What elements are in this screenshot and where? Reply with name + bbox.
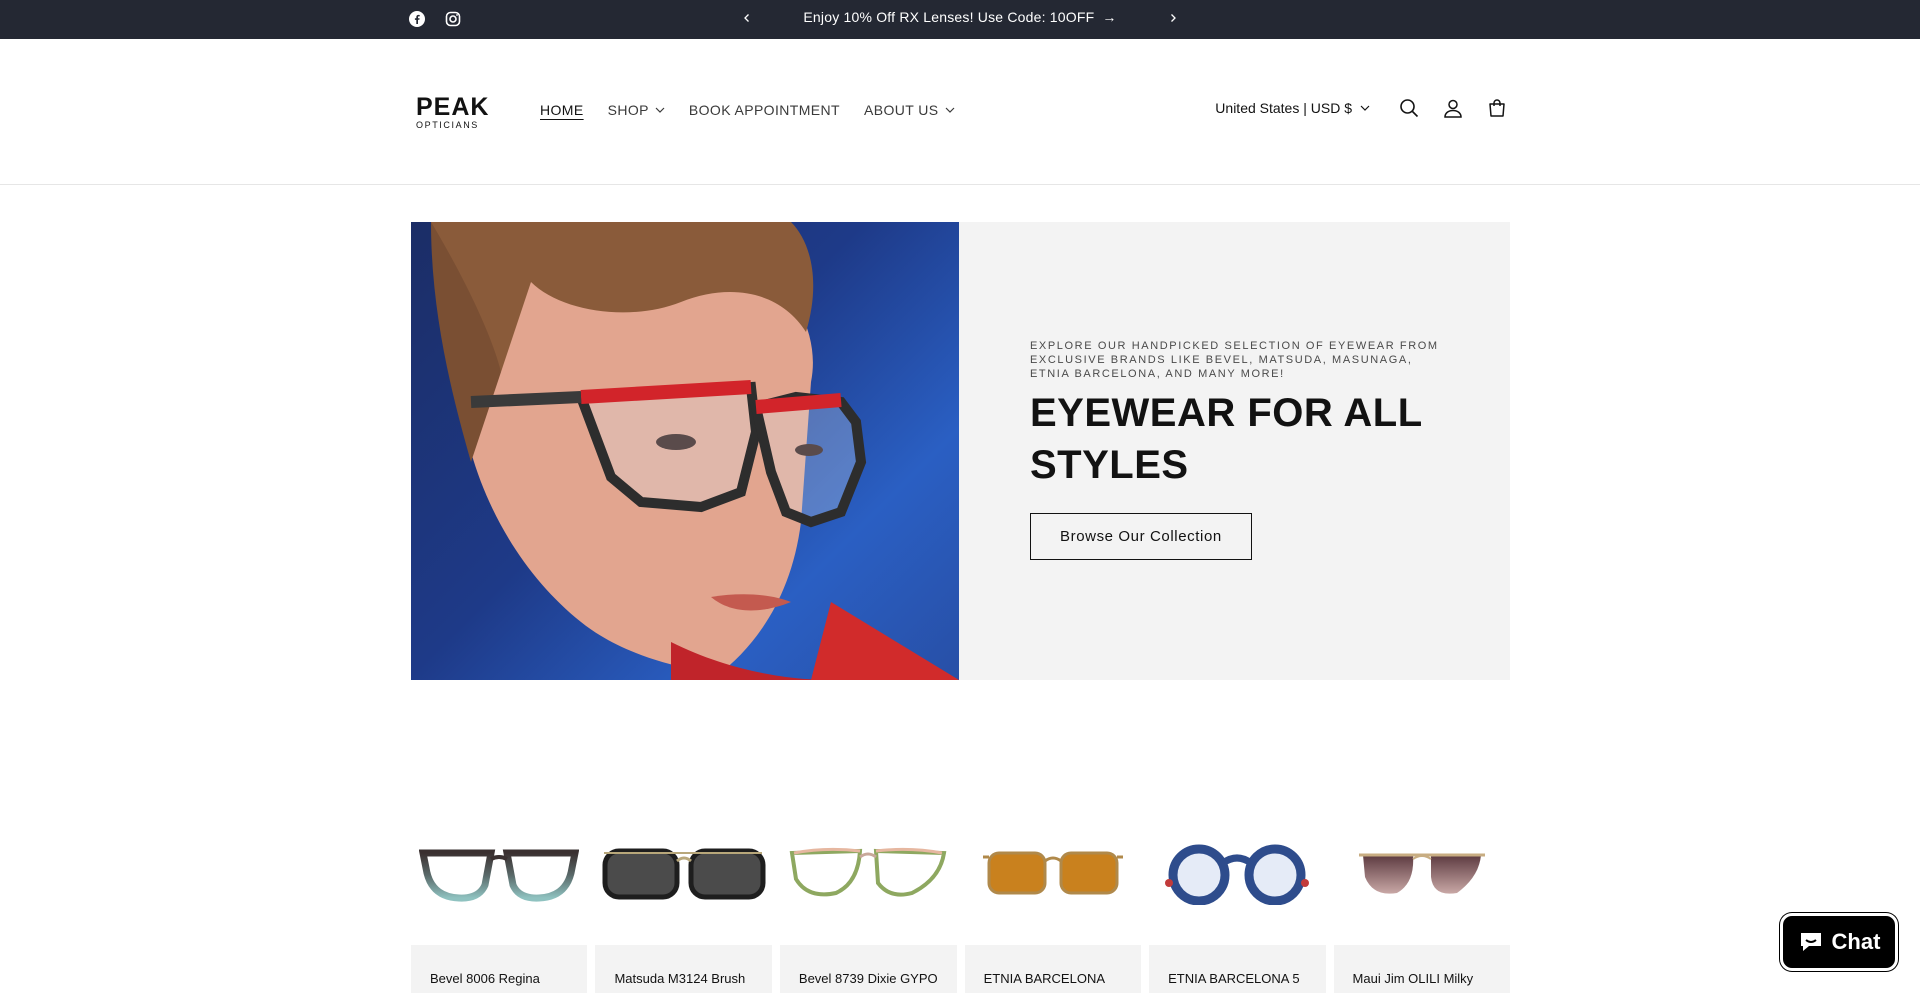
product-image bbox=[411, 800, 587, 945]
nav-item-label: ABOUT US bbox=[863, 102, 939, 118]
locale-label: United States | USD $ bbox=[1215, 100, 1352, 116]
announcement-next-button[interactable] bbox=[1163, 8, 1183, 28]
user-icon bbox=[1444, 99, 1462, 118]
nav-item-home[interactable]: HOME bbox=[540, 102, 584, 118]
nav-item-book-appointment[interactable]: BOOK APPOINTMENT bbox=[689, 102, 840, 118]
product-title: Bevel 8006 Regina bbox=[411, 945, 588, 993]
chevron-right-icon bbox=[1171, 14, 1176, 22]
cart-button[interactable] bbox=[1486, 97, 1508, 119]
nav-item-about-us[interactable]: ABOUT US bbox=[864, 102, 955, 118]
arrow-right-icon: → bbox=[1102, 9, 1117, 25]
chevron-down-icon bbox=[655, 107, 665, 113]
hero-banner: EXPLORE OUR HANDPICKED SELECTION OF EYEW… bbox=[411, 222, 1510, 680]
product-title: Maui Jim OLILI Milky bbox=[1333, 945, 1510, 993]
chat-bubble-icon bbox=[1800, 933, 1821, 951]
product-title: Matsuda M3124 Brush bbox=[595, 945, 772, 993]
announcement-message[interactable]: Enjoy 10% Off RX Lenses! Use Code: 10OFF… bbox=[0, 9, 1920, 25]
announcement-text: Enjoy 10% Off RX Lenses! Use Code: 10OFF bbox=[803, 9, 1095, 25]
nav-item-label: SHOP bbox=[607, 102, 649, 118]
announcement-bar: Enjoy 10% Off RX Lenses! Use Code: 10OFF… bbox=[0, 0, 1920, 39]
product-card[interactable]: Bevel 8739 Dixie GYPO bbox=[779, 800, 957, 993]
search-icon bbox=[1400, 99, 1419, 118]
locale-selector[interactable]: United States | USD $ bbox=[1215, 100, 1370, 116]
product-image bbox=[1334, 800, 1510, 945]
nav-item-label: HOME bbox=[540, 102, 584, 118]
header-actions: United States | USD $ bbox=[1215, 97, 1508, 119]
product-card[interactable]: Bevel 8006 Regina bbox=[411, 800, 588, 993]
hero-headline: EYEWEAR FOR ALL STYLES bbox=[1030, 391, 1422, 487]
product-image bbox=[780, 800, 957, 945]
hero-content: EXPLORE OUR HANDPICKED SELECTION OF EYEW… bbox=[1030, 339, 1450, 560]
chevron-down-icon bbox=[1360, 105, 1370, 111]
search-button[interactable] bbox=[1398, 97, 1420, 119]
chat-button[interactable]: Chat bbox=[1780, 913, 1898, 971]
product-image bbox=[965, 800, 1141, 945]
nav-item-label: BOOK APPOINTMENT bbox=[688, 102, 840, 118]
logo-wordmark: PEAK bbox=[416, 93, 490, 121]
product-card[interactable]: ETNIA BARCELONA 5 bbox=[1149, 800, 1326, 993]
nav-item-shop[interactable]: SHOP bbox=[608, 102, 665, 118]
logo[interactable]: PEAK OPTICIANS bbox=[416, 93, 496, 131]
product-card[interactable]: Matsuda M3124 Brush bbox=[595, 800, 772, 993]
account-button[interactable] bbox=[1442, 97, 1464, 119]
hero-model-illustration bbox=[431, 222, 959, 680]
browse-collection-button[interactable]: Browse Our Collection bbox=[1030, 513, 1252, 560]
product-title: Bevel 8739 Dixie GYPO bbox=[779, 945, 957, 993]
chat-label: Chat bbox=[1831, 929, 1881, 954]
product-image bbox=[595, 800, 771, 945]
product-title: ETNIA BARCELONA 5 bbox=[1149, 945, 1326, 993]
main-nav: HOME SHOP BOOK APPOINTMENT ABOUT US bbox=[540, 102, 955, 118]
hero-eyebrow: EXPLORE OUR HANDPICKED SELECTION OF EYEW… bbox=[1030, 340, 1439, 380]
hero-image bbox=[411, 222, 959, 680]
product-card[interactable]: ETNIA BARCELONA bbox=[964, 800, 1142, 993]
chevron-down-icon bbox=[945, 107, 954, 113]
cart-icon bbox=[1489, 99, 1505, 117]
product-image bbox=[1149, 800, 1325, 945]
site-header: PEAK OPTICIANS HOME SHOP BOOK APPOINTMEN… bbox=[0, 39, 1920, 185]
product-title: ETNIA BARCELONA bbox=[964, 945, 1142, 993]
logo-subtitle: OPTICIANS bbox=[416, 120, 479, 130]
product-grid: Bevel 8006 Regina Matsuda M3124 Brush Be… bbox=[411, 800, 1510, 993]
product-card[interactable]: Maui Jim OLILI Milky bbox=[1333, 800, 1510, 993]
